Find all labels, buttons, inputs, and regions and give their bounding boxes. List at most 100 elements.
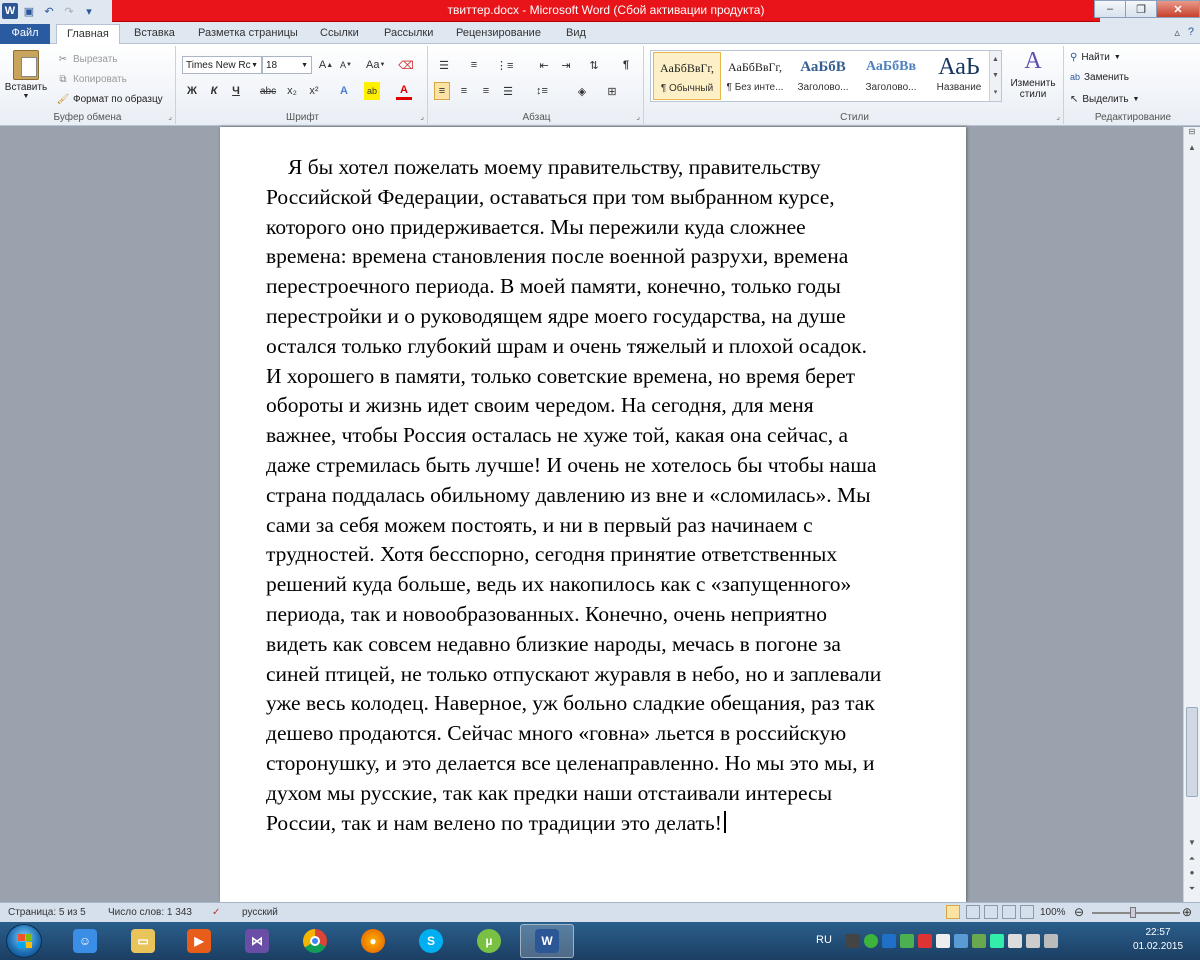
- text-effects-icon[interactable]: A: [336, 82, 352, 100]
- align-left-icon[interactable]: ≡: [434, 82, 450, 100]
- web-layout-icon[interactable]: [984, 905, 998, 919]
- tab-home[interactable]: Главная: [56, 24, 120, 45]
- taskbar-app-explorer[interactable]: ▭: [116, 924, 170, 958]
- style-title[interactable]: АаЬ Название: [925, 52, 993, 100]
- bullets-icon[interactable]: ☰: [436, 56, 452, 74]
- vertical-scrollbar[interactable]: ⊟ ▲ ▼ ⏶ ● ⏷: [1183, 127, 1200, 902]
- tray-icon-app[interactable]: [900, 934, 914, 948]
- font-color-icon[interactable]: A: [396, 82, 412, 100]
- find-button[interactable]: ⚲ Найти ▼: [1070, 48, 1121, 66]
- outline-view-icon[interactable]: [1002, 905, 1016, 919]
- grow-font-button[interactable]: A ▲: [318, 56, 334, 74]
- scrollbar-thumb[interactable]: [1186, 707, 1198, 797]
- tab-mailings[interactable]: Рассылки: [374, 24, 443, 44]
- help-icon[interactable]: ?: [1188, 26, 1194, 39]
- strikethrough-button[interactable]: abc: [260, 82, 276, 100]
- more-styles-icon[interactable]: ▾: [994, 88, 998, 96]
- tab-page-layout[interactable]: Разметка страницы: [188, 24, 308, 44]
- underline-button[interactable]: Ч: [228, 82, 244, 100]
- font-size-select[interactable]: 18 ▼: [262, 56, 312, 74]
- font-name-select[interactable]: Times New Rc ▼: [182, 56, 262, 74]
- taskbar-app-media[interactable]: ▶: [172, 924, 226, 958]
- taskbar-app-1[interactable]: ☺: [58, 924, 112, 958]
- align-right-icon[interactable]: ≡: [478, 82, 494, 100]
- zoom-slider-thumb[interactable]: [1130, 907, 1136, 918]
- change-case-button[interactable]: Aa ▼: [366, 56, 385, 74]
- format-painter-button[interactable]: 🖌 Формат по образцу: [56, 90, 163, 108]
- numbering-icon[interactable]: ≡: [466, 56, 482, 74]
- next-page-icon[interactable]: ⏷: [1184, 884, 1200, 900]
- print-layout-icon[interactable]: [946, 905, 960, 919]
- zoom-level[interactable]: 100%: [1040, 907, 1066, 918]
- page-count[interactable]: Страница: 5 из 5: [8, 907, 86, 918]
- copy-button[interactable]: ⧉ Копировать: [56, 70, 126, 88]
- paste-button[interactable]: Вставить ▼: [4, 48, 48, 108]
- paragraph-launcher-icon[interactable]: ⌟: [636, 112, 640, 121]
- scroll-up-icon[interactable]: ▲: [992, 56, 999, 63]
- clear-formatting-icon[interactable]: ⌫: [398, 56, 414, 74]
- cut-button[interactable]: ✂ Вырезать: [56, 50, 118, 68]
- tray-icon-app[interactable]: [972, 934, 986, 948]
- tray-icon-app[interactable]: [954, 934, 968, 948]
- styles-launcher-icon[interactable]: ⌟: [1056, 112, 1060, 121]
- network-signal-icon[interactable]: [1026, 934, 1040, 948]
- flag-icon[interactable]: [1008, 934, 1022, 948]
- language-indicator[interactable]: русский: [242, 907, 278, 918]
- align-center-icon[interactable]: ≡: [456, 82, 472, 100]
- multilevel-list-icon[interactable]: ⋮≡: [496, 56, 513, 74]
- volume-icon[interactable]: [1044, 934, 1058, 948]
- bold-button[interactable]: Ж: [184, 82, 200, 100]
- tab-references[interactable]: Ссылки: [310, 24, 369, 44]
- change-styles-button[interactable]: A Изменить стили: [1006, 48, 1060, 108]
- style-no-spacing[interactable]: АаБбВвГг, ¶ Без инте...: [721, 52, 789, 100]
- taskbar-app-vs[interactable]: ⋈: [230, 924, 284, 958]
- save-icon[interactable]: ▣: [20, 2, 38, 20]
- taskbar-app-chrome[interactable]: [288, 924, 342, 958]
- taskbar-app-utorrent[interactable]: µ: [462, 924, 516, 958]
- start-button[interactable]: [6, 924, 42, 958]
- tray-icon-keyboard[interactable]: [846, 934, 860, 948]
- minimize-ribbon-icon[interactable]: ▵: [1174, 26, 1180, 39]
- clipboard-launcher-icon[interactable]: ⌟: [168, 112, 172, 121]
- taskbar-app-word[interactable]: W: [520, 924, 574, 958]
- style-normal[interactable]: АаБбВвГг, ¶ Обычный: [653, 52, 721, 100]
- borders-icon[interactable]: ⊞: [604, 82, 620, 100]
- input-language[interactable]: RU: [816, 934, 832, 946]
- style-heading-2[interactable]: АаБбВв Заголово...: [857, 52, 925, 100]
- network-icon[interactable]: [990, 934, 1004, 948]
- increase-indent-icon[interactable]: ⇥: [558, 56, 574, 74]
- scroll-up-icon[interactable]: ▲: [1184, 143, 1200, 159]
- spellcheck-icon[interactable]: ✓: [212, 907, 220, 918]
- italic-button[interactable]: К: [206, 82, 222, 100]
- scroll-down-icon[interactable]: ▼: [992, 72, 999, 79]
- taskbar-app-firefox[interactable]: ●: [346, 924, 400, 958]
- maximize-button[interactable]: ❐: [1125, 0, 1157, 18]
- document-text[interactable]: Я бы хотел пожелать моему правительству,…: [266, 153, 926, 838]
- scroll-down-icon[interactable]: ▼: [1184, 838, 1200, 854]
- zoom-in-icon[interactable]: ⊕: [1182, 905, 1192, 919]
- browse-object-icon[interactable]: ●: [1184, 868, 1200, 884]
- tray-icon-app[interactable]: [918, 934, 932, 948]
- clock[interactable]: 22:57 01.02.2015: [1128, 926, 1188, 954]
- tray-icon-check[interactable]: [864, 934, 878, 948]
- customize-qat-icon[interactable]: ▾: [80, 2, 98, 20]
- undo-icon[interactable]: ↶: [40, 2, 58, 20]
- tray-icon-app[interactable]: [936, 934, 950, 948]
- font-launcher-icon[interactable]: ⌟: [420, 112, 424, 121]
- tab-review[interactable]: Рецензирование: [446, 24, 551, 44]
- style-heading-1[interactable]: АаБбВ Заголово...: [789, 52, 857, 100]
- draft-view-icon[interactable]: [1020, 905, 1034, 919]
- line-spacing-icon[interactable]: ↕≡: [534, 82, 550, 100]
- superscript-button[interactable]: x²: [306, 82, 322, 100]
- ruler-toggle-icon[interactable]: ⊟: [1184, 127, 1200, 143]
- document-page[interactable]: Я бы хотел пожелать моему правительству,…: [220, 127, 966, 902]
- subscript-button[interactable]: x₂: [284, 82, 300, 100]
- tab-view[interactable]: Вид: [556, 24, 596, 44]
- sort-icon[interactable]: ⇅: [586, 56, 602, 74]
- shrink-font-button[interactable]: A ▼: [338, 56, 354, 74]
- word-count[interactable]: Число слов: 1 343: [108, 907, 192, 918]
- select-button[interactable]: ↖ Выделить ▼: [1070, 90, 1139, 108]
- close-button[interactable]: ✕: [1156, 0, 1200, 18]
- tray-icon-app[interactable]: [882, 934, 896, 948]
- full-screen-reading-icon[interactable]: [966, 905, 980, 919]
